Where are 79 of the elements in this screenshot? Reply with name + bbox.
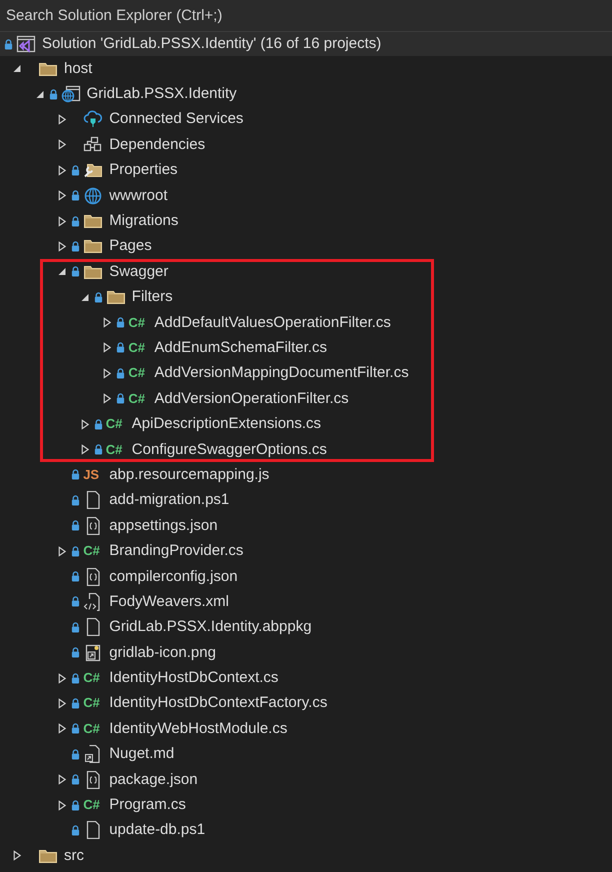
cloud-plug-icon bbox=[83, 110, 104, 128]
tree-item[interactable]: IdentityWebHostModule.cs bbox=[109, 720, 288, 738]
collapsed-arrow-icon[interactable] bbox=[102, 393, 112, 404]
expanded-arrow-icon[interactable] bbox=[57, 266, 68, 278]
csharp-file-icon: C# bbox=[83, 722, 100, 736]
tree-item[interactable]: FodyWeavers.xml bbox=[109, 592, 229, 611]
csharp-file-icon: C# bbox=[83, 798, 100, 812]
tree-item[interactable]: add-migration.ps1 bbox=[109, 491, 230, 510]
collapsed-arrow-icon[interactable] bbox=[57, 164, 68, 176]
tree-item[interactable]: ConfigureSwaggerOptions.cs bbox=[132, 440, 327, 459]
tree-item[interactable]: Properties bbox=[109, 161, 178, 180]
collapsed-arrow-icon[interactable] bbox=[102, 317, 112, 328]
tree-item[interactable]: GridLab.PSSX.Identity.abppkg bbox=[109, 618, 312, 636]
tree-item[interactable]: Pages bbox=[109, 237, 152, 256]
collapsed-arrow-icon[interactable] bbox=[57, 190, 68, 202]
tree-item[interactable]: AddVersionOperationFilter.cs bbox=[154, 390, 349, 408]
folder-icon bbox=[83, 212, 104, 230]
csharp-file-icon: C# bbox=[128, 366, 146, 380]
collapsed-arrow-icon[interactable] bbox=[57, 672, 68, 684]
folder-icon bbox=[106, 288, 126, 306]
tree-item[interactable]: Connected Services bbox=[109, 110, 244, 128]
collapsed-arrow-icon[interactable] bbox=[57, 139, 68, 150]
collapsed-arrow-icon[interactable] bbox=[57, 698, 68, 709]
tree-item[interactable]: src bbox=[64, 846, 84, 865]
tree-item[interactable]: host bbox=[64, 60, 92, 78]
dependencies-icon bbox=[83, 136, 104, 154]
tree-item[interactable]: update-db.ps1 bbox=[109, 821, 206, 840]
csharp-file-icon: C# bbox=[83, 696, 100, 710]
tree-item[interactable]: compilerconfig.json bbox=[109, 568, 238, 586]
folder-icon bbox=[83, 237, 104, 256]
wrench-folder-icon bbox=[83, 161, 104, 180]
collapsed-arrow-icon[interactable] bbox=[57, 114, 68, 125]
search-field[interactable]: Search Solution Explorer (Ctrl+;) bbox=[0, 0, 612, 32]
collapsed-arrow-icon[interactable] bbox=[57, 800, 68, 811]
tree-item[interactable]: Swagger bbox=[109, 262, 168, 281]
collapsed-arrow-icon[interactable] bbox=[57, 240, 68, 252]
tree-item[interactable]: Program.cs bbox=[109, 796, 186, 814]
csharp-file-icon: C# bbox=[128, 316, 146, 330]
tree-item[interactable]: package.json bbox=[109, 770, 198, 789]
collapsed-arrow-icon[interactable] bbox=[102, 342, 112, 354]
solution-label: Solution 'GridLab.PSSX.Identity' (16 of 16 projects) bbox=[42, 35, 382, 53]
collapsed-arrow-icon[interactable] bbox=[57, 546, 68, 557]
tree-item[interactable]: ApiDescriptionExtensions.cs bbox=[132, 415, 322, 434]
solution-row[interactable]: Solution 'GridLab.PSSX.Identity' (16 of 16 projects) bbox=[0, 32, 612, 56]
collapsed-arrow-icon[interactable] bbox=[80, 444, 90, 456]
tree-item[interactable]: appsettings.json bbox=[109, 516, 218, 535]
tree-item[interactable]: Migrations bbox=[109, 212, 178, 230]
csharp-file-icon: C# bbox=[128, 340, 146, 355]
collapsed-arrow-icon[interactable] bbox=[57, 774, 68, 786]
tree-item[interactable]: AddEnumSchemaFilter.cs bbox=[154, 338, 327, 357]
csharp-file-icon: C# bbox=[83, 544, 100, 558]
javascript-file-icon: JS bbox=[83, 468, 100, 482]
expanded-arrow-icon[interactable] bbox=[12, 63, 22, 74]
tree-item[interactable]: Filters bbox=[132, 288, 173, 306]
tree-item[interactable]: IdentityHostDbContext.cs bbox=[109, 669, 278, 688]
globe-icon bbox=[83, 186, 104, 205]
collapsed-arrow-icon[interactable] bbox=[80, 418, 90, 430]
solution-icon bbox=[16, 35, 36, 53]
tree-item[interactable]: GridLab.PSSX.Identity bbox=[86, 85, 237, 104]
csharp-file-icon: C# bbox=[106, 442, 122, 457]
tree-item[interactable]: AddVersionMappingDocumentFilter.cs bbox=[154, 364, 409, 382]
tree-item[interactable]: Nuget.md bbox=[109, 745, 174, 764]
tree-item[interactable]: Dependencies bbox=[109, 136, 206, 154]
tree-item[interactable]: BrandingProvider.cs bbox=[109, 542, 244, 560]
collapsed-arrow-icon[interactable] bbox=[57, 723, 68, 734]
csharp-file-icon: C# bbox=[128, 392, 146, 406]
collapsed-arrow-icon[interactable] bbox=[12, 850, 22, 862]
tree-item[interactable]: wwwroot bbox=[109, 186, 168, 205]
tree-item[interactable]: abp.resourcemapping.js bbox=[109, 466, 270, 484]
csharp-file-icon: C# bbox=[106, 417, 122, 432]
csharp-file-icon: C# bbox=[83, 671, 100, 686]
expanded-arrow-icon[interactable] bbox=[80, 292, 90, 303]
web-project-icon bbox=[60, 85, 81, 104]
expanded-arrow-icon[interactable] bbox=[34, 88, 45, 100]
collapsed-arrow-icon[interactable] bbox=[102, 368, 112, 379]
collapsed-arrow-icon[interactable] bbox=[57, 216, 68, 227]
tree-item[interactable]: IdentityHostDbContextFactory.cs bbox=[109, 694, 328, 712]
tree-item[interactable]: AddDefaultValuesOperationFilter.cs bbox=[154, 314, 391, 332]
tree-item[interactable]: gridlab-icon.png bbox=[109, 644, 216, 662]
